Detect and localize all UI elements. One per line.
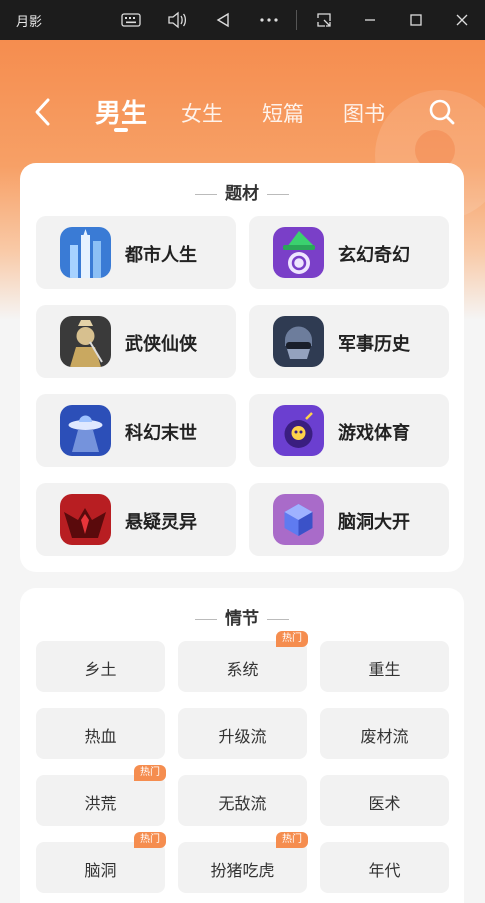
plot-tag[interactable]: 重生 [320,641,449,692]
genre-suspense[interactable]: 悬疑灵异 [36,483,236,556]
themes-title: 题材 [20,179,464,204]
wizard-hat-icon [273,227,324,278]
back-arrow-icon[interactable] [30,95,58,129]
plots-card: 情节 乡土 系统 热门 重生 热血 升级流 废材流 洪荒 热门 无敌流 医术 脑… [20,588,464,903]
plot-tag-label: 扮猪吃虎 [210,861,275,880]
soldier-helmet-icon [273,316,324,367]
hot-badge: 热门 [134,765,166,781]
plot-tag-label: 脑洞 [84,861,117,880]
plot-tag-label: 重生 [368,660,401,679]
plot-tag[interactable]: 升级流 [178,708,307,759]
hot-badge: 热门 [134,832,166,848]
genre-fantasy[interactable]: 玄幻奇幻 [249,216,449,289]
category-navbar: 男生 女生 短篇 图书 [0,90,485,134]
plot-tag-label: 热血 [84,727,117,746]
plot-tag-label: 无敌流 [218,794,267,813]
hot-badge: 热门 [276,631,308,647]
plot-tag-label: 医术 [368,794,401,813]
plot-tag[interactable]: 脑洞 热门 [36,832,166,893]
tab-books[interactable]: 图书 [343,98,385,128]
plot-tag[interactable]: 乡土 [36,641,165,692]
plot-tag-label: 年代 [368,861,401,880]
plot-tag[interactable]: 废材流 [320,708,449,759]
genre-label: 军事历史 [338,334,410,355]
tab-male[interactable]: 男生 [95,93,147,130]
demon-icon [60,494,111,545]
genre-imaginative[interactable]: 脑洞大开 [249,483,449,556]
plot-tag-label: 乡土 [84,660,117,679]
genre-label: 游戏体育 [338,423,410,444]
screenshot-icon[interactable] [309,6,339,34]
keyboard-icon[interactable] [116,6,146,34]
plot-tag[interactable]: 年代 [320,842,449,893]
plot-tag-label: 洪荒 [84,794,117,813]
genre-wuxia[interactable]: 武侠仙侠 [36,305,236,378]
genre-urban[interactable]: 都市人生 [36,216,236,289]
tab-female[interactable]: 女生 [181,98,223,128]
tab-short[interactable]: 短篇 [262,98,304,128]
titlebar-divider [296,10,297,30]
plots-title: 情节 [20,604,464,629]
genre-label: 玄幻奇幻 [338,245,410,266]
close-icon[interactable] [447,6,477,34]
plot-tag-label: 废材流 [360,727,409,746]
search-icon[interactable] [428,98,456,126]
plot-tag[interactable]: 洪荒 热门 [36,765,166,826]
genre-label: 科幻末世 [125,423,197,444]
window-titlebar: 月影 [0,0,485,40]
genre-games-sports[interactable]: 游戏体育 [249,394,449,467]
genre-scifi[interactable]: 科幻末世 [36,394,236,467]
plot-tag[interactable]: 医术 [320,775,449,826]
plot-tag[interactable]: 系统 热门 [178,631,308,692]
genre-label: 脑洞大开 [338,512,410,533]
window-title: 月影 [16,15,43,30]
volume-icon[interactable] [162,6,192,34]
swordsman-icon [60,316,111,367]
ufo-icon [60,405,111,456]
active-tab-indicator [114,128,128,132]
back-triangle-icon[interactable] [208,6,238,34]
plot-tag-label: 升级流 [218,727,267,746]
minimize-icon[interactable] [355,6,385,34]
themes-card: 题材 都市人生 玄幻奇幻 武侠仙侠 军事历史 科幻末世 游戏体育 悬疑灵异 脑洞… [20,163,464,572]
city-buildings-icon [60,227,111,278]
hot-badge: 热门 [276,832,308,848]
more-icon[interactable] [254,6,284,34]
cube-icon [273,494,324,545]
genre-label: 悬疑灵异 [125,512,197,533]
plot-tag[interactable]: 扮猪吃虎 热门 [178,832,308,893]
plot-tag-label: 系统 [226,660,259,679]
plot-tag[interactable]: 无敌流 [178,775,307,826]
maximize-icon[interactable] [401,6,431,34]
skull-bomb-icon [273,405,324,456]
genre-label: 武侠仙侠 [125,334,197,355]
genre-military[interactable]: 军事历史 [249,305,449,378]
genre-label: 都市人生 [125,245,197,266]
plot-tag[interactable]: 热血 [36,708,165,759]
